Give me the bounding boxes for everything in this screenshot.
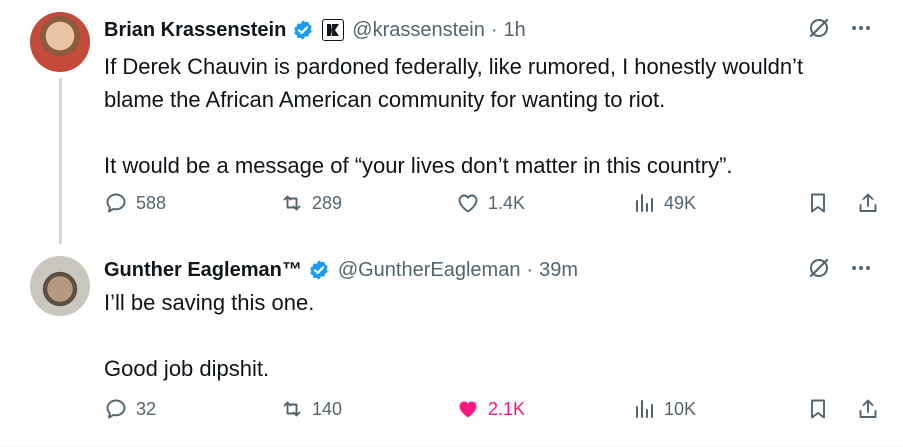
tweet-line: blame the African American community for… xyxy=(104,87,666,112)
bookmark-button[interactable] xyxy=(806,397,830,421)
bookmark-icon xyxy=(811,399,825,419)
verified-badge-icon xyxy=(310,260,328,280)
reply-count: 588 xyxy=(136,192,167,213)
tweet-text: If Derek Chauvin is pardoned federally, … xyxy=(104,50,874,182)
grok-icon[interactable] xyxy=(807,256,831,280)
tweet-header: Brian Krassenstein @krassenstein · 1h xyxy=(104,14,526,46)
views-icon xyxy=(636,400,653,418)
like-button[interactable]: 2.1K xyxy=(456,397,525,421)
views-count: 10K xyxy=(664,398,697,419)
tweet-guntereagleman[interactable]: Gunther Eagleman™ @GuntherEagleman · 39m… xyxy=(0,236,903,447)
separator-dot: · xyxy=(490,18,498,41)
share-button[interactable] xyxy=(856,397,880,421)
views-button[interactable]: 49K xyxy=(632,191,696,215)
more-icon[interactable] xyxy=(849,256,873,280)
grok-icon[interactable] xyxy=(807,16,831,40)
views-count: 49K xyxy=(664,192,697,213)
avatar[interactable] xyxy=(30,256,90,316)
author-name[interactable]: Brian Krassenstein xyxy=(104,19,286,42)
line-break xyxy=(104,319,874,352)
tweet-line: Good job dipshit. xyxy=(104,356,270,381)
header-actions xyxy=(807,16,873,40)
author-handle[interactable]: @krassenstein xyxy=(352,19,485,42)
tweet-line: I’ll be saving this one. xyxy=(104,290,315,315)
thread-line xyxy=(59,78,62,244)
affiliate-badge-icon[interactable] xyxy=(322,19,345,41)
verified-badge-icon xyxy=(294,20,313,40)
tweet-line: It would be a message of “your lives don… xyxy=(104,153,733,178)
more-icon[interactable] xyxy=(849,16,873,40)
share-button[interactable] xyxy=(856,191,880,215)
bookmark-button[interactable] xyxy=(806,191,830,215)
author-handle[interactable]: @GuntherEagleman xyxy=(338,259,521,282)
action-bar: 588 289 1.4K 49K xyxy=(104,187,883,219)
tweet-krassenstein[interactable]: Brian Krassenstein @krassenstein · 1h If… xyxy=(0,0,903,244)
reply-button[interactable]: 32 xyxy=(104,397,156,421)
bookmark-icon xyxy=(811,193,825,213)
repost-icon xyxy=(283,401,301,417)
tweet-line: If Derek Chauvin is pardoned federally, … xyxy=(104,54,804,79)
reply-button[interactable]: 588 xyxy=(104,191,166,215)
like-count: 2.1K xyxy=(488,398,526,419)
share-icon xyxy=(859,399,877,418)
repost-button[interactable]: 289 xyxy=(280,191,342,215)
like-icon xyxy=(458,194,478,213)
separator-dot: · xyxy=(526,258,534,281)
line-break xyxy=(104,116,874,149)
like-count: 1.4K xyxy=(488,192,526,213)
tweet-text: I’ll be saving this one. Good job dipshi… xyxy=(104,286,874,385)
share-icon xyxy=(859,193,877,212)
reply-icon xyxy=(106,399,126,419)
like-icon xyxy=(459,401,477,418)
timestamp[interactable]: 1h xyxy=(504,19,526,42)
avatar[interactable] xyxy=(30,12,90,72)
repost-count: 140 xyxy=(312,398,343,419)
views-button[interactable]: 10K xyxy=(632,397,696,421)
views-icon xyxy=(636,194,653,212)
repost-button[interactable]: 140 xyxy=(280,397,342,421)
timestamp[interactable]: 39m xyxy=(539,259,578,282)
reply-count: 32 xyxy=(136,398,157,419)
repost-count: 289 xyxy=(312,192,343,213)
action-bar: 32 140 2.1K 10K xyxy=(104,393,883,425)
author-name[interactable]: Gunther Eagleman™ xyxy=(104,259,302,282)
reply-icon xyxy=(106,193,126,213)
like-button[interactable]: 1.4K xyxy=(456,191,525,215)
tweet-header: Gunther Eagleman™ @GuntherEagleman · 39m xyxy=(104,254,578,286)
header-actions xyxy=(807,256,873,280)
repost-icon xyxy=(283,195,301,211)
